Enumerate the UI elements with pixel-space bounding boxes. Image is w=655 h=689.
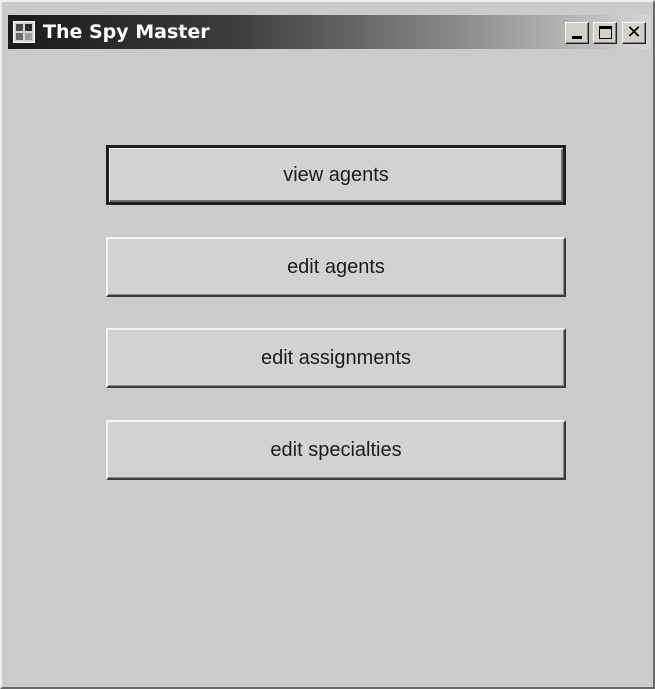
edit-assignments-button[interactable]: edit assignments [106,328,566,388]
edit-agents-button[interactable]: edit agents [106,237,566,297]
maximize-button[interactable] [593,22,617,44]
title-bar[interactable]: The Spy Master ✕ [8,15,651,49]
minimize-button[interactable] [565,22,589,44]
window-title: The Spy Master [43,21,210,43]
maximize-icon [599,26,612,39]
view-agents-button[interactable]: view agents [106,145,566,205]
close-icon: ✕ [626,22,642,43]
app-icon[interactable] [13,21,35,43]
main-window: The Spy Master ✕ view agents edit agents… [0,0,655,689]
close-button[interactable]: ✕ [622,22,646,44]
minimize-icon [572,36,582,39]
edit-specialties-button[interactable]: edit specialties [106,420,566,480]
